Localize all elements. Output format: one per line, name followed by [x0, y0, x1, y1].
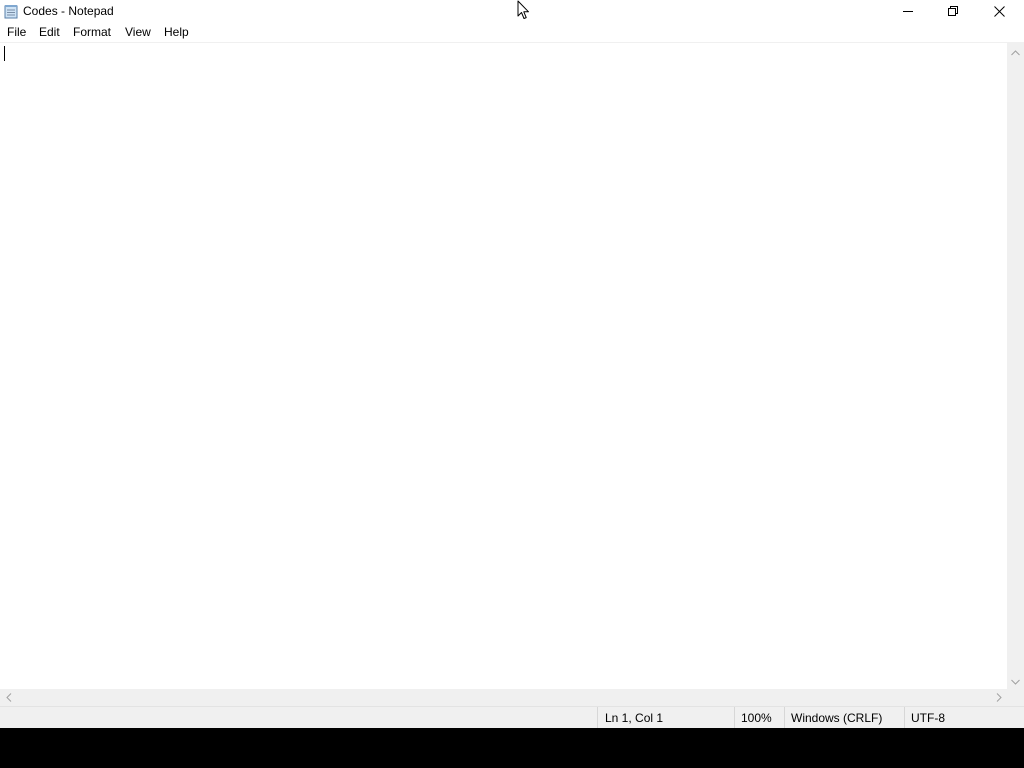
close-button[interactable] — [976, 0, 1022, 22]
cursor-position-text: Ln 1, Col 1 — [605, 711, 664, 725]
status-line-ending: Windows (CRLF) — [784, 707, 904, 728]
scroll-corner — [1007, 689, 1024, 706]
desktop-background — [0, 728, 1024, 768]
notepad-icon[interactable] — [4, 4, 18, 19]
menu-view[interactable]: View — [123, 25, 153, 40]
status-zoom: 100% — [734, 707, 784, 728]
status-bar: Ln 1, Col 1 100% Windows (CRLF) UTF-8 — [0, 706, 1024, 728]
scroll-right-button[interactable] — [990, 689, 1007, 706]
minimize-icon — [903, 6, 913, 16]
status-cursor-position: Ln 1, Col 1 — [597, 707, 734, 728]
scroll-up-button[interactable] — [1007, 43, 1024, 60]
status-encoding: UTF-8 — [904, 707, 1024, 728]
window-title: Codes - Notepad — [23, 4, 114, 18]
menu-help[interactable]: Help — [162, 25, 191, 40]
minimize-button[interactable] — [885, 0, 931, 22]
zoom-text: 100% — [741, 711, 772, 725]
menu-bar: File Edit Format View Help — [0, 22, 1024, 43]
restore-icon — [948, 6, 958, 16]
text-editor[interactable] — [0, 43, 1007, 689]
title-bar[interactable]: Codes - Notepad — [0, 0, 1024, 22]
encoding-text: UTF-8 — [911, 711, 945, 725]
scroll-left-button[interactable] — [0, 689, 17, 706]
close-icon — [993, 5, 1005, 17]
mouse-pointer-icon — [517, 0, 531, 20]
horizontal-scrollbar[interactable] — [0, 689, 1007, 706]
chevron-left-icon — [5, 691, 12, 705]
vertical-scrollbar[interactable] — [1007, 43, 1024, 689]
text-caret — [4, 46, 5, 61]
menu-format[interactable]: Format — [71, 25, 113, 40]
chevron-up-icon — [1011, 45, 1020, 59]
chevron-right-icon — [996, 691, 1002, 705]
scroll-down-button[interactable] — [1007, 672, 1024, 689]
chevron-down-icon — [1011, 674, 1020, 688]
restore-button[interactable] — [930, 0, 976, 22]
notepad-window: Codes - Notepad File Edit Format View He… — [0, 0, 1024, 728]
line-ending-text: Windows (CRLF) — [791, 711, 883, 725]
menu-edit[interactable]: Edit — [37, 25, 62, 40]
menu-file[interactable]: File — [5, 25, 28, 40]
